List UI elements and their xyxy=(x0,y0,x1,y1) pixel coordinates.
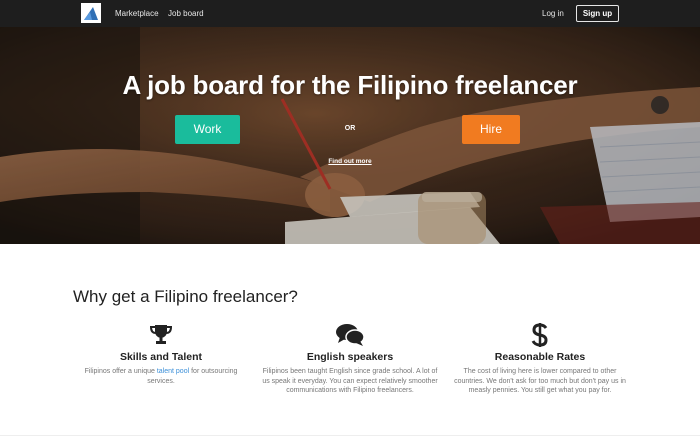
features-title: Why get a Filipino freelancer? xyxy=(73,287,298,306)
hero-background-photo xyxy=(0,27,700,244)
feature-text: Filipinos been taught English since grad… xyxy=(262,368,438,394)
dollar-icon xyxy=(531,323,548,347)
feature-title: Skills and Talent xyxy=(119,351,203,363)
login-link[interactable]: Log in xyxy=(542,0,564,27)
feature-title: Reasonable Rates xyxy=(494,351,586,363)
feature-text: The cost of living here is lower compare… xyxy=(454,368,626,394)
talent-pool-link[interactable]: talent pool xyxy=(157,368,189,375)
hero-section: A job board for the Filipino freelancer … xyxy=(0,27,700,244)
feature-title: English speakers xyxy=(306,351,394,363)
logo-icon xyxy=(81,3,101,23)
trophy-icon xyxy=(149,325,173,344)
section-divider xyxy=(0,435,700,436)
feature-text: Filipinos offer a unique talent pool for… xyxy=(84,368,238,385)
feature-skills: Skills and Talent Filipinos offer a uniq… xyxy=(72,322,250,386)
feature-english: English speakers Filipinos been taught E… xyxy=(260,322,440,396)
top-navbar: Marketplace Job board Log in Sign up xyxy=(0,0,700,27)
work-button[interactable]: Work xyxy=(175,115,240,144)
speech-bubbles-icon xyxy=(336,324,365,346)
hire-button[interactable]: Hire xyxy=(462,115,520,144)
nav-link-marketplace[interactable]: Marketplace xyxy=(115,0,159,27)
nav-link-job-board[interactable]: Job board xyxy=(168,0,204,27)
find-out-more-link[interactable]: Find out more xyxy=(320,158,380,165)
signup-button[interactable]: Sign up xyxy=(576,5,619,22)
hero-title: A job board for the Filipino freelancer xyxy=(122,70,578,100)
or-separator: OR xyxy=(344,125,356,132)
logo[interactable] xyxy=(81,3,101,23)
feature-rates: Reasonable Rates The cost of living here… xyxy=(450,322,630,396)
